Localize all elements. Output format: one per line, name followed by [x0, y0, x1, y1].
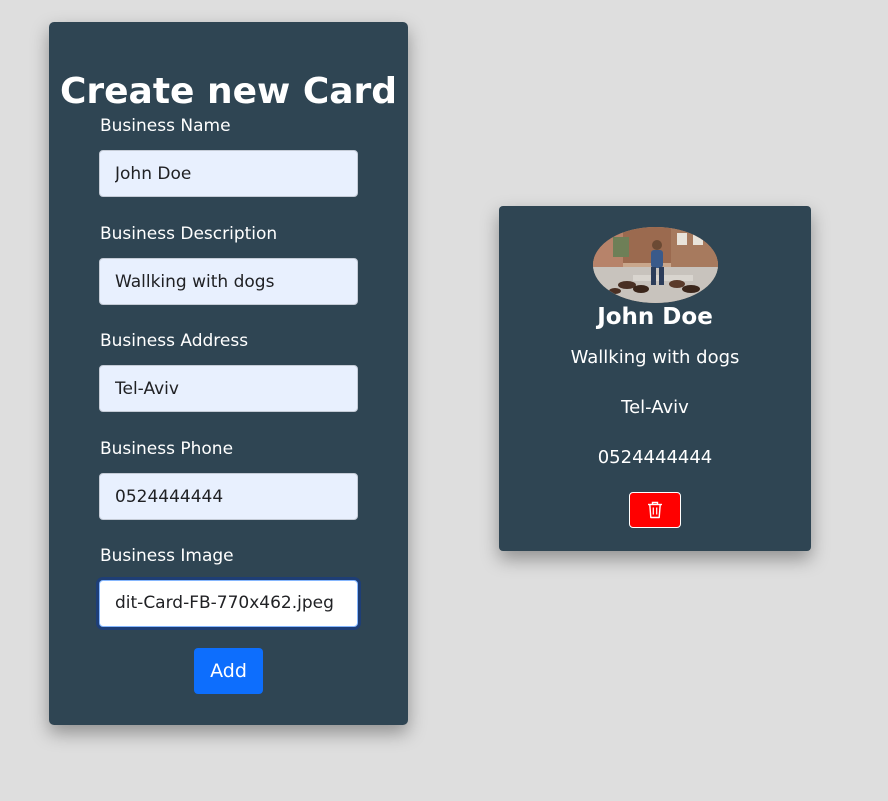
business-card-preview: John Doe Wallking with dogs Tel-Aviv 052… — [499, 206, 811, 551]
business-name-input[interactable] — [99, 150, 358, 197]
business-description-label: Business Description — [100, 224, 278, 244]
form-title: Create new Card — [59, 71, 398, 112]
card-phone: 0524444444 — [597, 447, 713, 468]
card-name: John Doe — [597, 304, 713, 330]
business-image-input[interactable]: dit-Card-FB-770x462.jpeg — [99, 580, 358, 627]
business-description-input[interactable] — [99, 258, 358, 305]
business-phone-label: Business Phone — [100, 439, 234, 459]
add-button[interactable]: Add — [194, 648, 263, 694]
business-address-input[interactable] — [99, 365, 358, 412]
business-address-label: Business Address — [100, 331, 249, 351]
delete-button[interactable] — [629, 492, 681, 528]
card-description: Wallking with dogs — [570, 347, 740, 368]
business-name-label: Business Name — [100, 116, 231, 136]
business-image — [593, 227, 718, 303]
business-image-input-value: dit-Card-FB-770x462.jpeg — [115, 593, 334, 613]
create-card-form: Create new Card Business Name Business D… — [49, 22, 408, 725]
dog-walker-photo-icon — [593, 227, 718, 303]
business-image-label: Business Image — [100, 546, 234, 566]
trash-icon — [648, 501, 662, 519]
business-phone-input[interactable] — [99, 473, 358, 520]
card-address: Tel-Aviv — [621, 397, 689, 418]
